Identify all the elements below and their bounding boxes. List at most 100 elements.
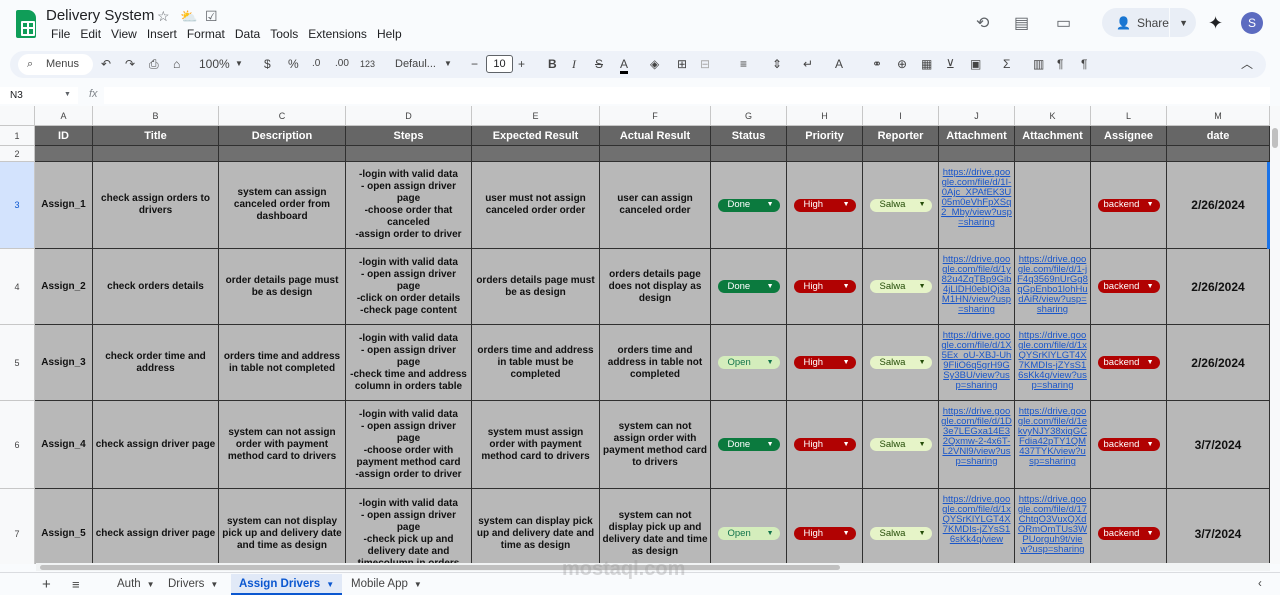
column-header-b[interactable]: B: [93, 106, 219, 126]
tab-mobile-app[interactable]: Mobile App ▼: [343, 574, 430, 595]
comment-add-icon[interactable]: ⊕: [897, 57, 907, 71]
functions-icon[interactable]: Σ: [1003, 57, 1010, 71]
link-icon[interactable]: ⚭: [872, 57, 882, 71]
decrease-decimal-button[interactable]: .0: [312, 57, 320, 71]
status-chip[interactable]: Done ▼: [717, 438, 780, 451]
ltr-icon[interactable]: ¶: [1081, 57, 1087, 71]
attachment-cell[interactable]: https://drive.google.com/file/d/17ChtqO3…: [1015, 489, 1091, 564]
header-cell[interactable]: Expected Result: [472, 126, 600, 146]
tab-drivers[interactable]: Drivers ▼: [160, 574, 226, 595]
attachment-cell[interactable]: https://drive.google.com/file/d/1-jF4q35…: [1015, 249, 1091, 325]
actual-cell[interactable]: orders details page does not display as …: [600, 249, 711, 325]
currency-button[interactable]: $: [264, 57, 271, 71]
paint-format-icon[interactable]: ⌂: [173, 57, 180, 71]
empty-cell[interactable]: [93, 146, 219, 162]
row-header-1[interactable]: 1: [0, 126, 35, 146]
header-cell[interactable]: date: [1167, 126, 1270, 146]
empty-cell[interactable]: [472, 146, 600, 162]
align-icon[interactable]: ≡: [740, 57, 747, 71]
attachment-link[interactable]: https://drive.google.com/file/d/1ekvyNJY…: [1017, 407, 1088, 467]
bold-icon[interactable]: B: [548, 57, 557, 71]
status-cell[interactable]: Done ▼: [711, 401, 787, 489]
chevron-down-icon[interactable]: ▼: [235, 57, 243, 71]
header-cell[interactable]: Description: [219, 126, 346, 146]
font-size-input[interactable]: 10: [486, 55, 513, 73]
column-header-i[interactable]: I: [863, 106, 939, 126]
assignee-cell[interactable]: backend ▼: [1091, 489, 1167, 564]
vertical-scroll-thumb[interactable]: [1272, 128, 1278, 148]
attachment-link[interactable]: https://drive.google.com/file/d/1xQYSrKl…: [1017, 331, 1088, 391]
menus-search[interactable]: ⌕ Menus: [18, 54, 93, 75]
attachment-cell[interactable]: https://drive.google.com/file/d/1I-0Ajc_…: [939, 162, 1015, 249]
strikethrough-icon[interactable]: S: [595, 57, 603, 71]
all-sheets-icon[interactable]: ≡: [64, 574, 88, 595]
attachment-link[interactable]: https://drive.google.com/file/d/17ChtqO3…: [1017, 495, 1088, 555]
empty-cell[interactable]: [1015, 146, 1091, 162]
attachment-cell[interactable]: https://drive.google.com/file/d/1ekvyNJY…: [1015, 401, 1091, 489]
steps-cell[interactable]: -login with valid data - open assign dri…: [346, 325, 472, 401]
title-cell[interactable]: check assign driver page: [93, 401, 219, 489]
expected-cell[interactable]: system can display pick up and delivery …: [472, 489, 600, 564]
description-cell[interactable]: system can not display pick up and deliv…: [219, 489, 346, 564]
empty-cell[interactable]: [35, 146, 93, 162]
move-icon[interactable]: ⛅: [180, 8, 197, 24]
empty-cell[interactable]: [711, 146, 787, 162]
reporter-cell[interactable]: Salwa ▼: [863, 162, 939, 249]
priority-cell[interactable]: High ▼: [787, 401, 863, 489]
priority-cell[interactable]: High ▼: [787, 249, 863, 325]
column-header-k[interactable]: K: [1015, 106, 1091, 126]
column-header-g[interactable]: G: [711, 106, 787, 126]
id-cell[interactable]: Assign_3: [35, 325, 93, 401]
star-icon[interactable]: ☆: [157, 8, 170, 24]
empty-cell[interactable]: [1091, 146, 1167, 162]
actual-cell[interactable]: user can assign canceled order: [600, 162, 711, 249]
history-icon[interactable]: ⟲: [976, 13, 989, 33]
scroll-tabs-left-icon[interactable]: ‹: [1250, 574, 1270, 595]
undo-icon[interactable]: ↶: [101, 57, 111, 71]
chart-icon[interactable]: ▦: [921, 57, 932, 71]
header-cell[interactable]: Priority: [787, 126, 863, 146]
priority-cell[interactable]: High ▼: [787, 325, 863, 401]
menu-data[interactable]: Data: [230, 27, 265, 42]
description-cell[interactable]: system can assign canceled order from da…: [219, 162, 346, 249]
row-header-2[interactable]: 2: [0, 146, 35, 162]
borders-icon[interactable]: ⊞: [677, 57, 687, 71]
comment-icon[interactable]: ▤: [1014, 13, 1029, 33]
priority-chip[interactable]: High ▼: [793, 198, 856, 212]
steps-cell[interactable]: -login with valid data - open assign dri…: [346, 162, 472, 249]
priority-chip[interactable]: High ▼: [793, 527, 856, 540]
horizontal-scroll-thumb[interactable]: [40, 565, 840, 570]
fill-color-icon[interactable]: ◈: [650, 57, 659, 71]
spreadsheet-grid[interactable]: A B C D E F G H I J K L M 1 2 3 4 5 6 7 ID Title Description St…: [0, 106, 1270, 564]
id-cell[interactable]: Assign_2: [35, 249, 93, 325]
expected-cell[interactable]: system must assign order with payment me…: [472, 401, 600, 489]
actual-cell[interactable]: system can not assign order with payment…: [600, 401, 711, 489]
column-header-f[interactable]: F: [600, 106, 711, 126]
date-cell[interactable]: 3/7/2024: [1167, 401, 1270, 489]
column-header-c[interactable]: C: [219, 106, 346, 126]
title-cell[interactable]: check assign driver page: [93, 489, 219, 564]
header-cell[interactable]: Actual Result: [600, 126, 711, 146]
formula-input[interactable]: [104, 87, 1270, 104]
rotate-icon[interactable]: A: [835, 57, 843, 71]
filter-icon[interactable]: ⊻: [946, 57, 955, 71]
empty-cell[interactable]: [219, 146, 346, 162]
attachment-link[interactable]: https://drive.google.com/file/d/1I-0Ajc_…: [941, 168, 1012, 228]
menu-insert[interactable]: Insert: [142, 27, 182, 42]
id-cell[interactable]: Assign_4: [35, 401, 93, 489]
reporter-cell[interactable]: Salwa ▼: [863, 489, 939, 564]
empty-cell[interactable]: [1167, 146, 1270, 162]
column-header-d[interactable]: D: [346, 106, 472, 126]
priority-chip[interactable]: High ▼: [793, 356, 856, 369]
date-cell[interactable]: 3/7/2024: [1167, 489, 1270, 564]
attachment-link[interactable]: https://drive.google.com/file/d/1xQYSrKl…: [941, 495, 1012, 545]
document-title[interactable]: Delivery System: [46, 7, 154, 24]
empty-cell[interactable]: [346, 146, 472, 162]
reporter-chip[interactable]: Salwa ▼: [869, 527, 932, 540]
assignee-chip[interactable]: backend ▼: [1097, 280, 1160, 293]
collapse-toolbar-icon[interactable]: ︿: [1241, 57, 1253, 71]
description-cell[interactable]: system can not assign order with payment…: [219, 401, 346, 489]
status-cell[interactable]: Open ▼: [711, 489, 787, 564]
text-color-icon[interactable]: A: [620, 57, 629, 74]
reporter-chip[interactable]: Salwa ▼: [869, 356, 932, 369]
